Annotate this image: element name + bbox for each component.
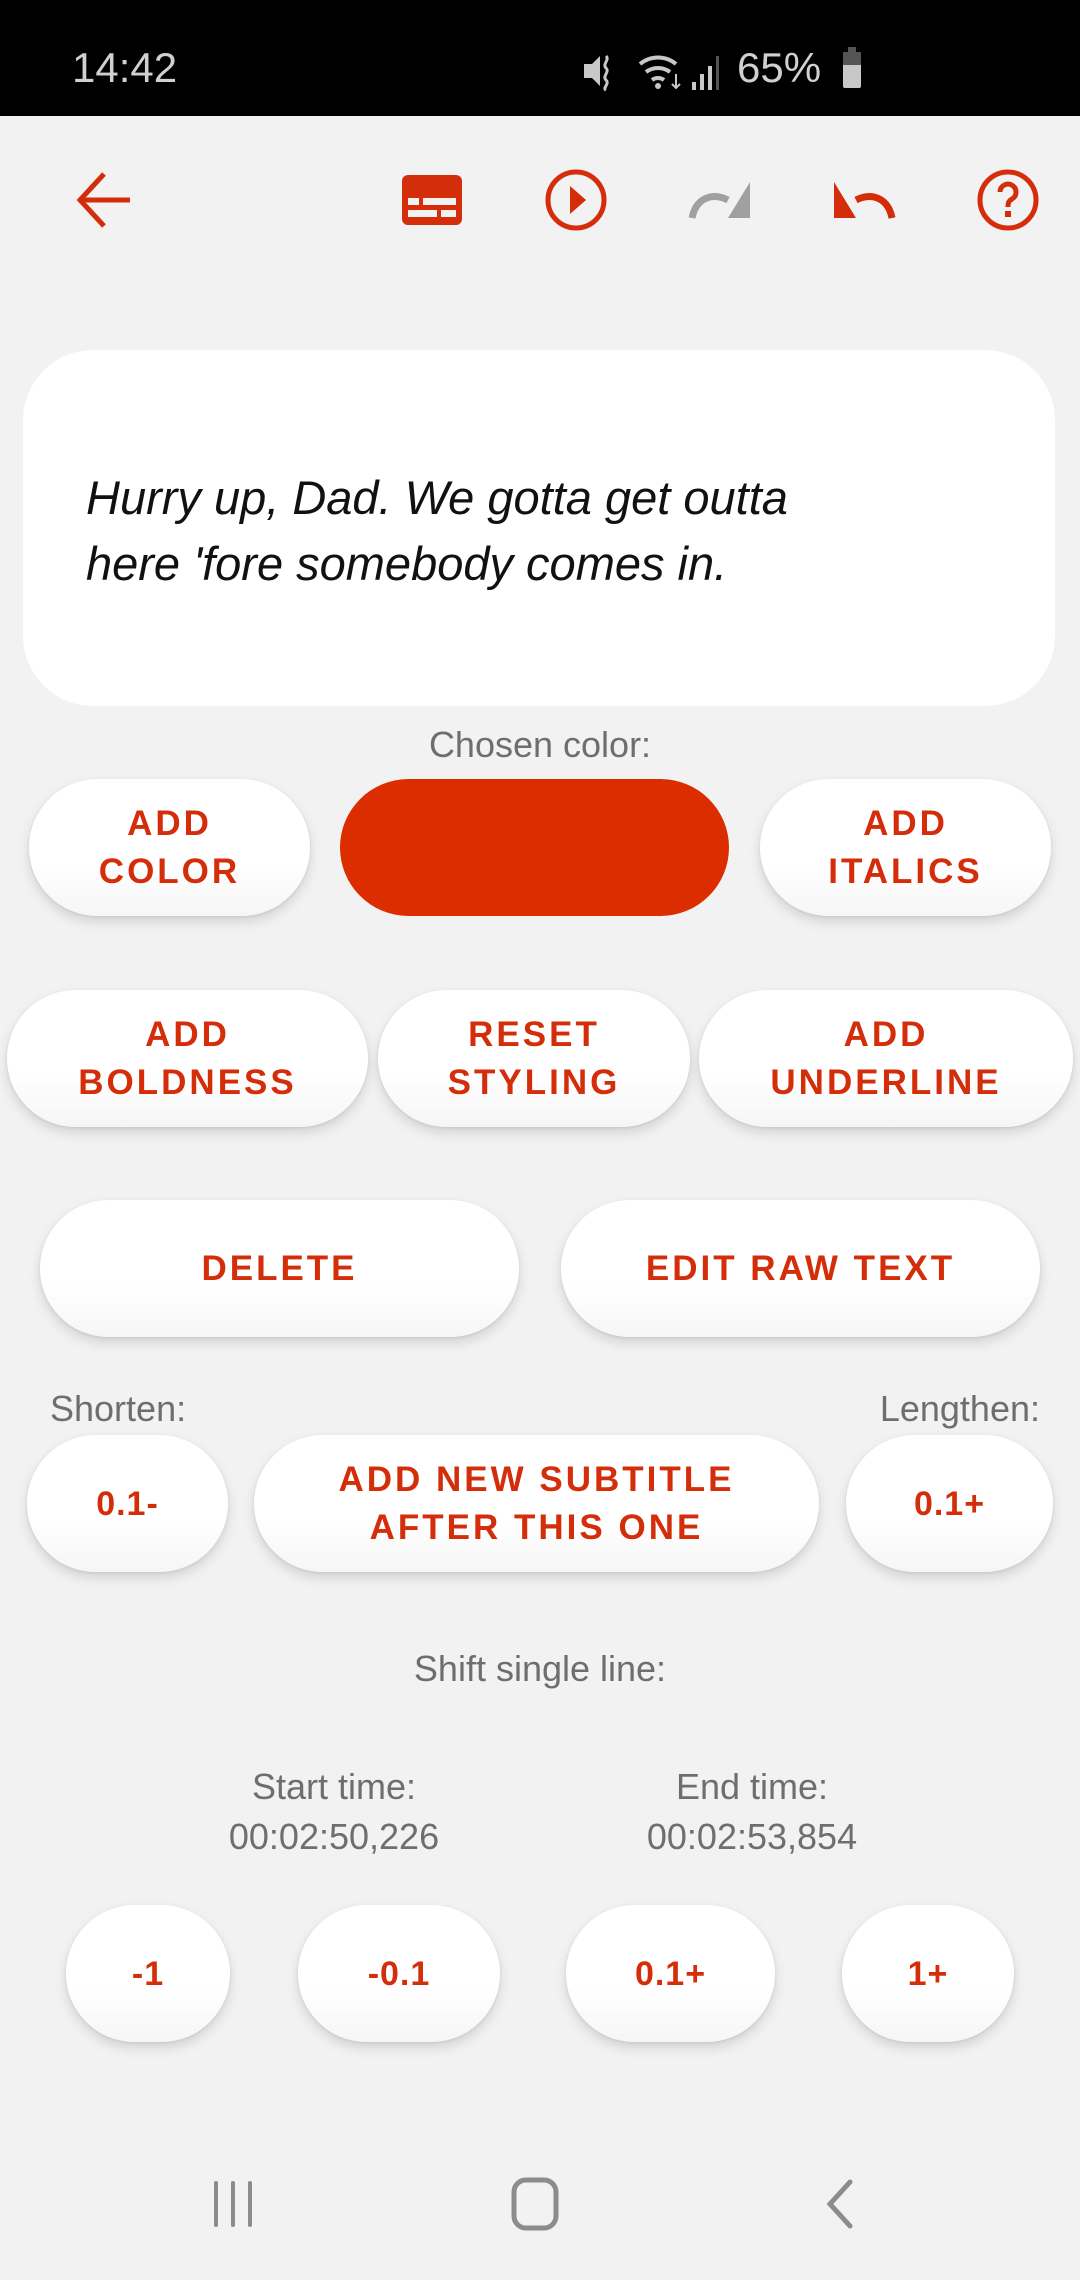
shift-minus-0-1-button[interactable]: -0.1	[298, 1905, 500, 2042]
wifi-icon	[636, 50, 684, 99]
vibrate-mute-icon	[582, 52, 622, 97]
subtitle-line-1: Hurry up, Dad. We gotta get outta	[86, 471, 788, 524]
status-time: 14:42	[72, 44, 178, 91]
start-time-value: 00:02:50,226	[228, 1816, 440, 1857]
add-new-subtitle-button[interactable]: ADD NEW SUBTITLE AFTER THIS ONE	[254, 1435, 819, 1572]
battery-percent: 65%	[737, 44, 822, 91]
undo-icon[interactable]	[824, 160, 904, 240]
edit-raw-text-button[interactable]: EDIT RAW TEXT	[561, 1200, 1040, 1337]
subtitle-text: Hurry up, Dad. We gotta get outta here '…	[86, 465, 986, 597]
play-circle-icon[interactable]	[536, 160, 616, 240]
help-icon[interactable]	[968, 160, 1048, 240]
start-time-label: Start time:	[251, 1766, 417, 1807]
add-color-button[interactable]: ADD COLOR	[29, 779, 310, 916]
back-icon[interactable]	[798, 2164, 878, 2244]
subtitles-icon[interactable]	[392, 160, 472, 240]
shorten-label: Shorten:	[50, 1388, 187, 1429]
battery-icon	[843, 47, 861, 88]
shift-plus-1-button[interactable]: 1+	[842, 1905, 1014, 2042]
recent-apps-icon[interactable]	[193, 2164, 273, 2244]
shift-plus-0-1-button[interactable]: 0.1+	[566, 1905, 775, 2042]
delete-button[interactable]: DELETE	[40, 1200, 519, 1337]
add-underline-button[interactable]: ADD UNDERLINE	[699, 990, 1073, 1127]
end-time-value: 00:02:53,854	[646, 1816, 858, 1857]
status-bar: 14:42 65%	[0, 0, 1080, 116]
redo-icon[interactable]	[680, 160, 760, 240]
lengthen-button[interactable]: 0.1+	[846, 1435, 1053, 1572]
chosen-color-swatch[interactable]	[340, 779, 729, 916]
add-boldness-button[interactable]: ADD BOLDNESS	[7, 990, 368, 1127]
reset-styling-button[interactable]: RESET STYLING	[378, 990, 690, 1127]
back-arrow-icon[interactable]	[62, 160, 142, 240]
subtitle-line-2: here 'fore somebody comes in.	[86, 537, 728, 590]
end-time-label: End time:	[675, 1766, 829, 1807]
home-icon[interactable]	[495, 2164, 575, 2244]
shift-minus-1-button[interactable]: -1	[66, 1905, 230, 2042]
cellular-signal-icon	[690, 52, 722, 97]
chosen-color-label: Chosen color:	[428, 724, 652, 765]
lengthen-label: Lengthen:	[879, 1388, 1040, 1429]
shift-single-line-label: Shift single line:	[413, 1648, 667, 1689]
shorten-button[interactable]: 0.1-	[27, 1435, 228, 1572]
add-italics-button[interactable]: ADD ITALICS	[760, 779, 1051, 916]
